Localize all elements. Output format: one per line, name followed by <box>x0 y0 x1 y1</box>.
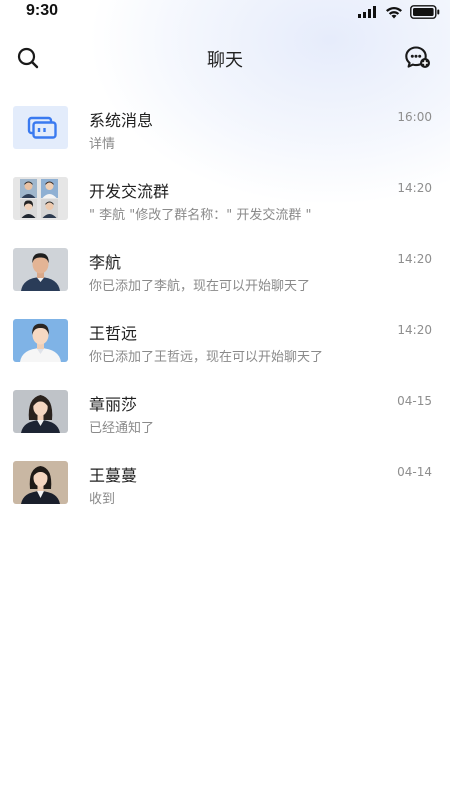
group-avatar <box>13 177 68 220</box>
status-icons <box>358 5 440 19</box>
avatar <box>13 390 68 433</box>
chat-name: 系统消息 <box>89 111 154 130</box>
user-avatar <box>13 319 68 362</box>
chat-preview: 你已添加了李航，现在可以开始聊天了 <box>89 279 311 294</box>
chat-item-zhang-lisha[interactable]: 章丽莎 04-15 已经通知了 <box>0 380 450 451</box>
chat-name: 李航 <box>89 253 122 272</box>
chat-time: 04-15 <box>397 394 432 408</box>
chat-list: 系统消息 16:00 详情 开发交流群 14:20 " 李航 "修改了群名称："… <box>0 96 450 522</box>
chat-time: 14:20 <box>397 252 432 266</box>
chat-preview: 你已添加了王哲远，现在可以开始聊天了 <box>89 350 324 365</box>
chat-preview: 收到 <box>89 492 116 507</box>
chat-plus-icon <box>405 46 430 68</box>
avatar <box>13 248 68 291</box>
chat-preview: " 李航 "修改了群名称：" 开发交流群 " <box>89 208 312 223</box>
chat-item-wang-manman[interactable]: 王蔓蔓 04-14 收到 <box>0 451 450 522</box>
avatar <box>13 461 68 504</box>
chat-name: 王哲远 <box>89 324 138 343</box>
user-avatar <box>13 248 68 291</box>
user-avatar <box>13 461 68 504</box>
user-avatar <box>13 390 68 433</box>
chat-screen: 9:30 聊天 系统消息 16:00 详情 开发交流群 14:20 " 李航 "… <box>0 0 450 800</box>
chat-item-dev-group[interactable]: 开发交流群 14:20 " 李航 "修改了群名称：" 开发交流群 " <box>0 167 450 238</box>
chat-name: 章丽莎 <box>89 395 138 414</box>
status-bar: 9:30 <box>0 0 450 24</box>
wifi-icon <box>386 6 402 18</box>
chat-item-wang-zheyuan[interactable]: 王哲远 14:20 你已添加了王哲远，现在可以开始聊天了 <box>0 309 450 380</box>
system-message-icon <box>27 116 57 139</box>
avatar <box>13 106 68 149</box>
chat-preview: 详情 <box>89 137 116 152</box>
avatar <box>13 177 68 220</box>
chat-name: 王蔓蔓 <box>89 466 138 485</box>
chat-item-li-hang[interactable]: 李航 14:20 你已添加了李航，现在可以开始聊天了 <box>0 238 450 309</box>
chat-time: 14:20 <box>397 181 432 195</box>
signal-icon <box>358 6 376 18</box>
avatar <box>13 319 68 362</box>
battery-icon <box>410 5 440 19</box>
chat-name: 开发交流群 <box>89 182 170 201</box>
chat-time: 04-14 <box>397 465 432 479</box>
chat-item-system-messages[interactable]: 系统消息 16:00 详情 <box>0 96 450 167</box>
chat-time: 14:20 <box>397 323 432 337</box>
top-bar: 聊天 <box>0 36 450 80</box>
new-chat-button[interactable] <box>404 44 432 72</box>
chat-time: 16:00 <box>397 110 432 124</box>
status-time: 9:30 <box>26 2 59 19</box>
page-title: 聊天 <box>207 50 243 71</box>
chat-preview: 已经通知了 <box>89 421 155 436</box>
